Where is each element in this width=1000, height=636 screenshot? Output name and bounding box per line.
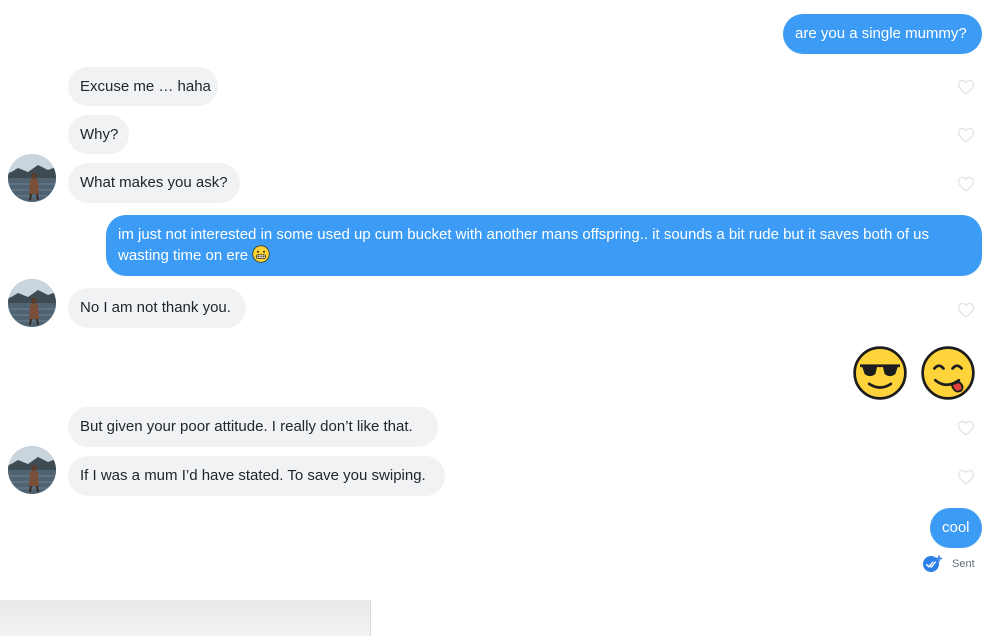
heart-outline-icon[interactable] (957, 301, 975, 319)
message-text: What makes you ask? (80, 174, 228, 191)
face-savoring-food-emoji (919, 344, 977, 402)
received-message: What makes you ask? (68, 163, 240, 203)
message-text: No I am not thank you. (80, 299, 231, 316)
message-text: cool (942, 519, 970, 536)
heart-outline-icon[interactable] (957, 175, 975, 193)
sent-message: are you a single mummy? (783, 14, 982, 54)
avatar[interactable] (8, 154, 56, 202)
message-text: im just not interested in some used up c… (118, 226, 929, 264)
smiling-face-with-sunglasses-emoji (851, 344, 909, 402)
bottom-panel (0, 600, 371, 636)
message-text: Excuse me … haha (80, 77, 211, 95)
avatar[interactable] (8, 279, 56, 327)
sent-message: im just not interested in some used up c… (106, 215, 982, 276)
received-message: But given your poor attitude. I really d… (68, 407, 438, 447)
heart-outline-icon[interactable] (957, 468, 975, 486)
message-text: Why? (80, 125, 119, 143)
heart-outline-icon[interactable] (957, 78, 975, 96)
message-text: If I was a mum I’d have stated. To save … (80, 467, 426, 484)
received-message: If I was a mum I’d have stated. To save … (68, 456, 445, 496)
received-message: No I am not thank you. (68, 288, 246, 328)
grimacing-face-emoji (252, 245, 270, 263)
received-message: Excuse me … haha (68, 67, 218, 106)
received-message: Why? (68, 115, 129, 154)
sent-message: cool (930, 508, 982, 548)
sent-check-icon (922, 555, 944, 573)
heart-outline-icon[interactable] (957, 419, 975, 437)
heart-outline-icon[interactable] (957, 126, 975, 144)
sent-status-label: Sent (952, 558, 975, 570)
message-text: are you a single mummy? (795, 25, 967, 42)
sent-receipt: Sent (922, 555, 975, 573)
message-text: But given your poor attitude. I really d… (80, 418, 413, 435)
avatar[interactable] (8, 446, 56, 494)
